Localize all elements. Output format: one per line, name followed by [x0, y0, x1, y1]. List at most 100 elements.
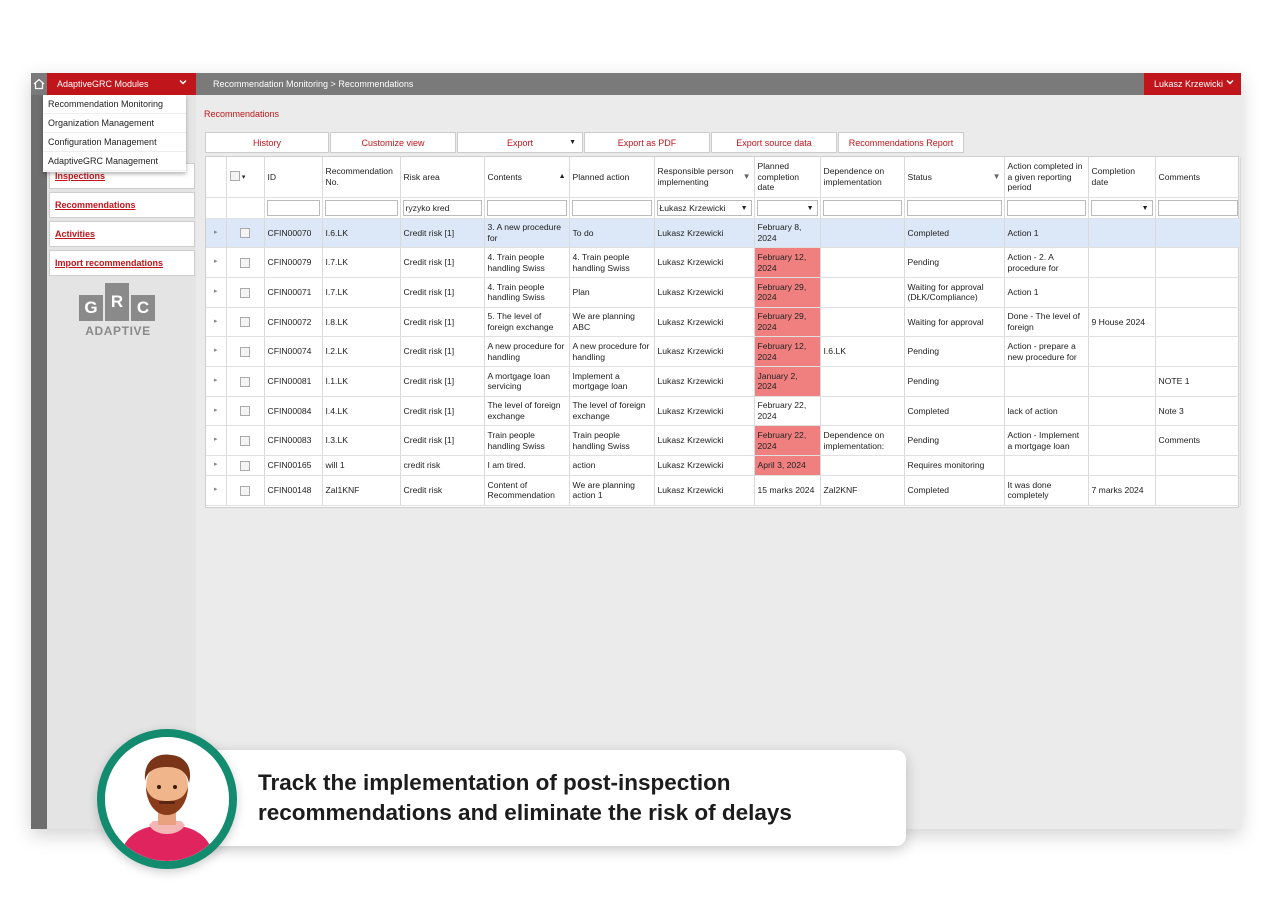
expand-row-icon[interactable]: ▸	[206, 277, 227, 308]
row-select-cell[interactable]	[226, 475, 265, 506]
row-select-cell[interactable]	[226, 277, 265, 308]
row-checkbox[interactable]	[240, 317, 250, 328]
column-header-completion-date[interactable]: Completion date	[1088, 157, 1156, 198]
breadcrumb: Recommendation Monitoring > Recommendati…	[213, 79, 414, 89]
cell-action-completed	[1004, 455, 1089, 476]
caret-down-icon: ▼	[569, 139, 576, 146]
filter-dependence[interactable]	[822, 199, 902, 216]
export-label: Export	[506, 137, 533, 148]
filter-id[interactable]	[266, 199, 320, 216]
filter-rec-no[interactable]	[324, 199, 398, 216]
sidebar-item-recommendations[interactable]: Recommendations	[49, 192, 195, 218]
table-row[interactable]: ▸ CFIN00079 I.7.LK Credit risk [1] 4. Train …	[206, 247, 1241, 278]
column-header-planned-action[interactable]: Planned action	[569, 157, 655, 198]
select-all-header[interactable]: ▾	[226, 157, 265, 198]
row-select-cell[interactable]	[226, 425, 265, 456]
expand-row-icon[interactable]: ▸	[206, 455, 227, 476]
modules-button[interactable]: AdaptiveGRC Modules	[47, 73, 196, 95]
expand-row-icon[interactable]: ▸	[206, 396, 227, 427]
column-header-planned-date[interactable]: Planned completion date	[754, 157, 821, 198]
table-row[interactable]: ▸ CFIN00070 I.6.LK Credit risk [1] 3. A new …	[206, 218, 1241, 249]
column-header-status[interactable]: Status ▼	[904, 157, 1005, 198]
column-header-responsible[interactable]: Responsible person implementing ▼	[654, 157, 755, 198]
export-source-data-button[interactable]: Export source data	[711, 132, 837, 153]
export-button[interactable]: Export ▼	[457, 132, 583, 153]
table-row[interactable]: ▸ CFIN00083 I.3.LK Credit risk [1] Train peo…	[206, 425, 1241, 456]
row-checkbox[interactable]	[240, 257, 250, 268]
history-button[interactable]: History	[205, 132, 329, 153]
sidebar-item-activities[interactable]: Activities	[49, 221, 195, 247]
filter-action-completed[interactable]	[1006, 199, 1086, 216]
recommendations-report-button[interactable]: Recommendations Report	[838, 132, 964, 153]
row-checkbox[interactable]	[240, 485, 250, 496]
cell-rec-no: I.4.LK	[322, 396, 401, 427]
expand-row-icon[interactable]: ▸	[206, 336, 227, 367]
row-checkbox[interactable]	[240, 460, 250, 471]
column-header-action-completed[interactable]: Action completed in a given reporting pe…	[1004, 157, 1089, 198]
table-row[interactable]: ▸ CFIN00074 I.2.LK Credit risk [1] A new pro…	[206, 336, 1241, 367]
expand-row-icon[interactable]: ▸	[206, 218, 227, 249]
user-menu-button[interactable]: Lukasz Krzewicki	[1144, 73, 1241, 95]
filter-completion-date[interactable]: ▼	[1090, 199, 1153, 216]
filter-planned-action[interactable]	[571, 199, 652, 216]
row-checkbox[interactable]	[240, 346, 250, 357]
cell-planned-action: A new procedure for handling	[569, 336, 655, 367]
row-select-cell[interactable]	[226, 366, 265, 397]
cell-completion-date	[1088, 336, 1156, 367]
cell-risk-area: Credit risk [1]	[400, 396, 485, 427]
column-header-dependence[interactable]: Dependence on implementation	[820, 157, 905, 198]
customize-view-button[interactable]: Customize view	[330, 132, 456, 153]
expand-row-icon[interactable]: ▸	[206, 247, 227, 278]
expand-row-icon[interactable]: ▸	[206, 475, 227, 506]
row-checkbox[interactable]	[240, 406, 250, 417]
row-select-cell[interactable]	[226, 396, 265, 427]
filter-risk-area[interactable]: ryzyko kred	[402, 199, 482, 216]
column-header-risk-area[interactable]: Risk area	[400, 157, 485, 198]
table-row[interactable]: ▸ CFIN00072 I.8.LK Credit risk [1] 5. The le…	[206, 307, 1241, 338]
cell-completion-date: 9 House 2024	[1088, 307, 1156, 338]
cell-contents: I am tired.	[484, 455, 570, 476]
filter-responsible[interactable]: Łukasz Krzewicki ▼	[656, 199, 752, 216]
table-row[interactable]: ▸ CFIN00081 I.1.LK Credit risk [1] A mortgag…	[206, 366, 1241, 397]
menu-item-recommendation-monitoring[interactable]: Recommendation Monitoring	[43, 95, 186, 114]
filter-status[interactable]	[906, 199, 1002, 216]
row-select-cell[interactable]	[226, 455, 265, 476]
filter-planned-date[interactable]: ▼	[756, 199, 818, 216]
row-checkbox[interactable]	[240, 376, 250, 387]
table-row[interactable]: ▸ CFIN00071 I.7.LK Credit risk [1] 4. Train …	[206, 277, 1241, 308]
modules-dropdown: Recommendation Monitoring Organization M…	[43, 95, 186, 172]
table-row[interactable]: ▸ CFIN00148 Zal1KNF Credit risk Content of R…	[206, 475, 1241, 506]
main-content: Recommendations History Customize view E…	[196, 95, 1241, 829]
filter-contents[interactable]	[486, 199, 567, 216]
column-header-rec-no[interactable]: Recommendation No.	[322, 157, 401, 198]
cell-completion-date	[1088, 277, 1156, 308]
menu-item-organization-management[interactable]: Organization Management	[43, 114, 186, 133]
column-header-comments[interactable]: Comments	[1155, 157, 1241, 198]
column-header-id[interactable]: ID	[264, 157, 323, 198]
column-header-contents[interactable]: Contents ▲	[484, 157, 570, 198]
expand-row-icon[interactable]: ▸	[206, 425, 227, 456]
expand-row-icon[interactable]: ▸	[206, 307, 227, 338]
home-icon[interactable]	[31, 73, 47, 95]
table-row[interactable]: ▸ CFIN00084 I.4.LK Credit risk [1] The level…	[206, 396, 1241, 427]
select-all-checkbox[interactable]	[229, 171, 240, 182]
sidebar-item-import[interactable]: Import recommendations	[49, 250, 195, 276]
expand-row-icon[interactable]: ▸	[206, 366, 227, 397]
cell-action-completed: Done - The level of foreign	[1004, 307, 1089, 338]
table-row[interactable]: ▸ CFIN00165 will 1 credit risk I am tired. ac…	[206, 455, 1241, 476]
row-select-cell[interactable]	[226, 218, 265, 249]
menu-item-configuration-management[interactable]: Configuration Management	[43, 133, 186, 152]
filter-comments[interactable]	[1157, 199, 1238, 216]
menu-item-adaptivegrc-management[interactable]: AdaptiveGRC Management	[43, 152, 186, 171]
caption-text: Track the implementation of post-inspect…	[258, 770, 792, 825]
row-select-cell[interactable]	[226, 336, 265, 367]
row-checkbox[interactable]	[240, 436, 250, 447]
export-pdf-button[interactable]: Export as PDF	[584, 132, 710, 153]
row-select-cell[interactable]	[226, 247, 265, 278]
row-checkbox[interactable]	[240, 228, 250, 239]
cell-action-completed: Action 1	[1004, 277, 1089, 308]
cell-completion-date	[1088, 366, 1156, 397]
row-select-cell[interactable]	[226, 307, 265, 338]
cell-dependence: Dependence on implementation:	[820, 425, 905, 456]
row-checkbox[interactable]	[240, 287, 250, 298]
